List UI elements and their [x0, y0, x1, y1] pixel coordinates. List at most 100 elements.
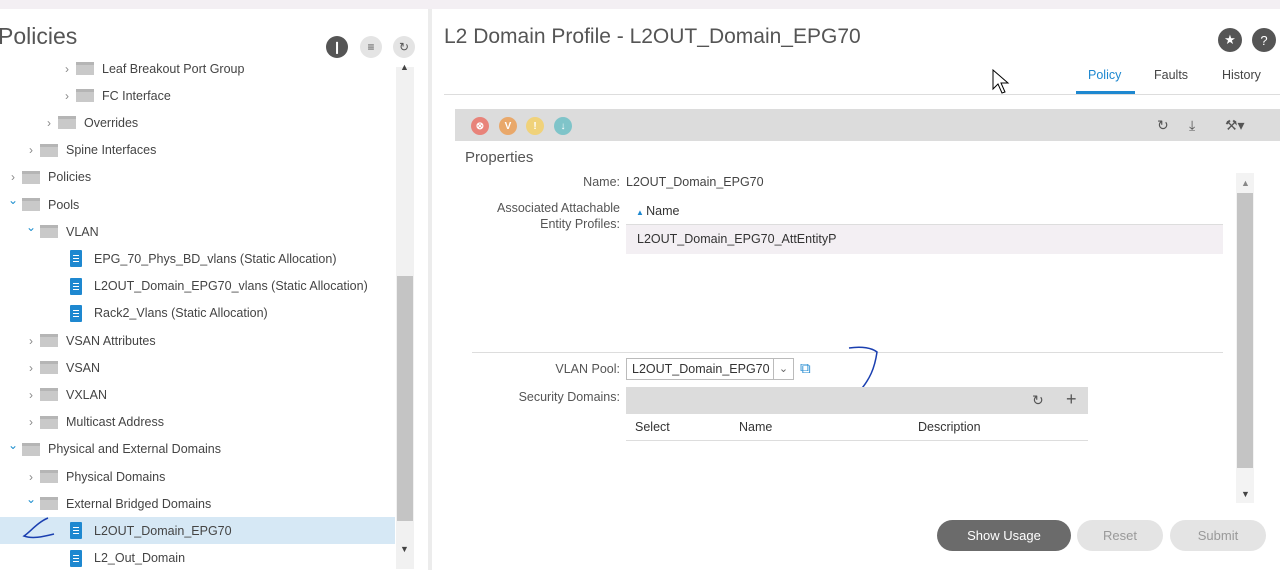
security-domains-label: Security Domains: — [518, 390, 620, 404]
tree-item-label: Multicast Address — [66, 415, 164, 430]
tree-item-label: EPG_70_Phys_BD_vlans (Static Allocation) — [94, 251, 337, 266]
major-fault-icon[interactable]: V — [499, 117, 517, 135]
tree-item[interactable]: › FC Interface — [0, 82, 395, 109]
tree-item-label: VSAN — [66, 360, 101, 375]
folder-icon — [40, 415, 58, 429]
page-title: L2 Domain Profile - L2OUT_Domain_EPG70 — [444, 25, 861, 48]
refresh-icon[interactable]: ↻ — [393, 36, 415, 58]
tree-item[interactable]: L2OUT_Domain_EPG70 — [0, 517, 395, 545]
chevron-right-icon[interactable]: › — [8, 170, 18, 184]
document-icon — [70, 304, 82, 322]
tree-item[interactable]: › VXLAN — [0, 381, 395, 408]
detail-panel: L2 Domain Profile - L2OUT_Domain_EPG70 ★… — [432, 9, 1280, 570]
refresh-icon[interactable]: ↻ — [1157, 117, 1169, 134]
fault-toolbar: ⊗ V ! ↓ ↻ ⤓ ⚒▾ — [455, 109, 1280, 141]
scroll-up-icon[interactable]: ▲ — [400, 62, 409, 72]
tools-dropdown-icon[interactable]: ⚒▾ — [1225, 117, 1245, 134]
tree-item[interactable]: › Leaf Breakout Port Group — [0, 55, 395, 82]
document-icon — [70, 522, 82, 540]
security-domains-header: Select Name Description — [626, 414, 1088, 441]
critical-fault-icon[interactable]: ⊗ — [471, 117, 489, 135]
aaep-name-column-header[interactable]: ▲ Name — [636, 204, 679, 218]
reset-button[interactable]: Reset — [1077, 520, 1163, 551]
add-icon[interactable]: + — [1066, 389, 1077, 410]
folder-icon — [40, 470, 58, 483]
folder-icon — [40, 143, 58, 157]
refresh-icon[interactable]: ↻ — [1032, 392, 1044, 409]
folder-icon — [40, 334, 58, 347]
tree-scrollbar-thumb[interactable] — [397, 276, 413, 521]
tab-divider — [444, 94, 1280, 95]
tab-history[interactable]: History — [1222, 68, 1261, 82]
tree-item[interactable]: L2OUT_Domain_EPG70_vlans (Static Allocat… — [0, 273, 395, 300]
tree-item-label: L2_Out_Domain — [94, 551, 186, 566]
folder-icon — [76, 89, 94, 103]
tree-item-label: L2OUT_Domain_EPG70_vlans (Static Allocat… — [94, 279, 368, 294]
chevron-down-icon[interactable]: ⌄ — [8, 193, 18, 207]
aaep-col-label: Name — [646, 204, 680, 218]
download-icon[interactable]: ⤓ — [1189, 117, 1195, 134]
col-select[interactable]: Select — [635, 420, 670, 434]
tree-item[interactable]: › VSAN — [0, 354, 395, 381]
tree-item[interactable]: › VSAN Attributes — [0, 327, 395, 354]
folder-icon — [40, 361, 58, 375]
scroll-up-icon[interactable]: ▲ — [1241, 178, 1250, 188]
folder-icon — [40, 497, 58, 511]
chevron-right-icon[interactable]: › — [26, 334, 36, 348]
tab-policy[interactable]: Policy — [1088, 68, 1121, 82]
vlan-pool-select[interactable]: L2OUT_Domain_EPG70 ⌄ — [626, 358, 794, 380]
tree-item[interactable]: Rack2_Vlans (Static Allocation) — [0, 300, 395, 327]
warning-fault-icon[interactable]: ↓ — [554, 117, 572, 135]
tree-item[interactable]: › Physical Domains — [0, 463, 395, 490]
chevron-right-icon[interactable]: › — [26, 361, 36, 375]
aaep-label-line1: Associated Attachable — [497, 201, 620, 215]
chevron-down-icon[interactable]: ⌄ — [773, 359, 793, 379]
help-icon[interactable]: ? — [1252, 28, 1276, 52]
tree-item[interactable]: ⌄ Pools — [0, 191, 395, 218]
chevron-right-icon[interactable]: › — [62, 89, 72, 103]
name-value: L2OUT_Domain_EPG70 — [626, 175, 764, 189]
aaep-row[interactable]: L2OUT_Domain_EPG70_AttEntityP — [626, 224, 1223, 254]
tab-faults[interactable]: Faults — [1154, 68, 1188, 82]
name-label: Name: — [583, 175, 620, 189]
tree-item[interactable]: › Policies — [0, 164, 395, 191]
chevron-right-icon[interactable]: › — [26, 388, 36, 402]
scroll-down-icon[interactable]: ▼ — [1241, 489, 1250, 499]
tree-item[interactable]: › Overrides — [0, 109, 395, 136]
show-usage-button[interactable]: Show Usage — [937, 520, 1071, 551]
chevron-right-icon[interactable]: › — [26, 470, 36, 484]
tree-item[interactable]: EPG_70_Phys_BD_vlans (Static Allocation) — [0, 245, 395, 272]
tree-item[interactable]: ⌄ External Bridged Domains — [0, 490, 395, 517]
top-bar — [0, 0, 1280, 9]
folder-icon — [58, 116, 76, 130]
document-icon — [70, 549, 82, 567]
chevron-right-icon[interactable]: › — [44, 116, 54, 130]
properties-scrollbar-thumb[interactable] — [1237, 193, 1253, 468]
chevron-right-icon[interactable]: › — [26, 143, 36, 157]
aaep-label-line2: Entity Profiles: — [540, 217, 620, 231]
minor-fault-icon[interactable]: ! — [526, 117, 544, 135]
tree-item-label: FC Interface — [102, 88, 171, 103]
favorite-star-icon[interactable]: ★ — [1218, 28, 1242, 52]
chevron-down-icon[interactable]: ⌄ — [26, 220, 36, 234]
chevron-right-icon[interactable]: › — [26, 415, 36, 429]
tree-item[interactable]: ⌄ VLAN — [0, 218, 395, 245]
open-link-icon[interactable]: ⧉ — [800, 360, 811, 377]
chevron-down-icon[interactable]: ⌄ — [8, 438, 18, 452]
submit-button[interactable]: Submit — [1170, 520, 1266, 551]
tree-item[interactable]: L2_Out_Domain — [0, 545, 395, 572]
tree-item[interactable]: › Multicast Address — [0, 409, 395, 436]
folder-icon — [22, 442, 40, 456]
chevron-down-icon[interactable]: ⌄ — [26, 492, 36, 506]
document-icon — [70, 250, 82, 268]
tree-item[interactable]: › Spine Interfaces — [0, 137, 395, 164]
chevron-right-icon[interactable]: › — [62, 62, 72, 76]
tree-item[interactable]: ⌄ Physical and External Domains — [0, 436, 395, 463]
tree-item-label: Rack2_Vlans (Static Allocation) — [94, 306, 268, 321]
col-name[interactable]: Name — [739, 420, 772, 434]
col-description[interactable]: Description — [918, 420, 981, 434]
tree-item-label: VXLAN — [66, 387, 107, 402]
folder-icon — [40, 225, 58, 239]
tree-item-label: Leaf Breakout Port Group — [102, 61, 245, 76]
scroll-down-icon[interactable]: ▼ — [400, 544, 409, 554]
